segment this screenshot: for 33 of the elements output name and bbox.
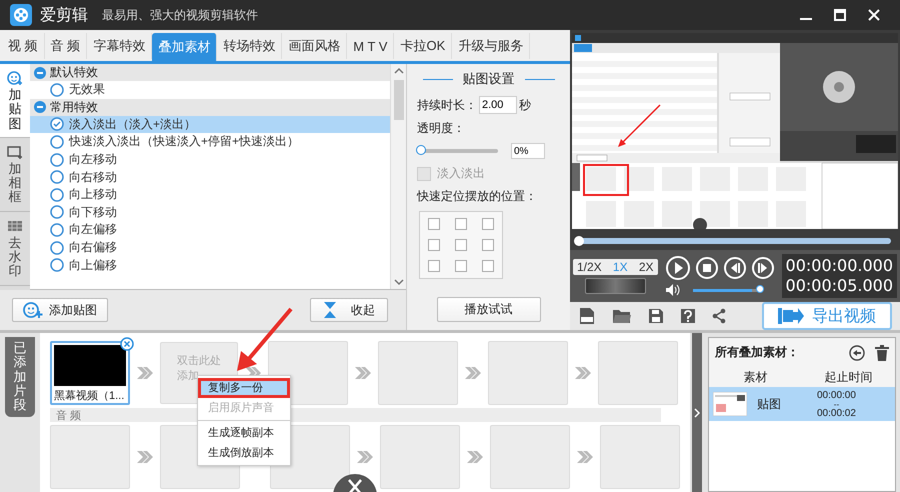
side-tab-label: 加贴图 bbox=[8, 88, 22, 131]
group-label: 默认特效 bbox=[50, 64, 98, 81]
end-time: 00:00:02 bbox=[817, 408, 856, 418]
effect-label: 向上移动 bbox=[69, 186, 117, 204]
settings-title: 贴图设置 bbox=[462, 70, 514, 88]
effect-label: 向左偏移 bbox=[69, 221, 117, 238]
effect-label: 向上偏移 bbox=[69, 256, 117, 274]
slot-hint: 双击此处 bbox=[177, 354, 221, 368]
app-tagline: 最易用、强大的视频剪辑软件 bbox=[102, 6, 258, 24]
overlay-name: 贴图 bbox=[757, 396, 782, 412]
app-name: 爱剪辑 bbox=[40, 6, 88, 26]
duration-unit: 秒 bbox=[519, 96, 531, 114]
group-label: 常用特效 bbox=[50, 98, 98, 116]
overlays-title: 所有叠加素材： bbox=[715, 344, 799, 361]
effect-label: 向右偏移 bbox=[69, 239, 117, 256]
clip-title: 黑幕视频（1... bbox=[53, 389, 126, 403]
audio-label: 音 频 bbox=[56, 408, 82, 422]
opacity-label: 透明度： bbox=[417, 120, 465, 137]
effect-label: 淡入淡出（淡入+淡出） bbox=[69, 116, 196, 133]
total-time: 00:00:05.000 bbox=[786, 276, 893, 296]
time-separator: -- bbox=[834, 400, 840, 408]
duration-label: 持续时长： bbox=[417, 96, 477, 114]
effect-label: 无效果 bbox=[69, 81, 105, 98]
effect-label: 向下移动 bbox=[69, 204, 117, 221]
side-tab-label: 去水印 bbox=[8, 236, 22, 279]
position-label: 快速定位摆放的位置： bbox=[417, 188, 537, 205]
effect-label: 快速淡入淡出（快速淡入+停留+快速淡出） bbox=[69, 133, 300, 150]
current-time: 00:00:00.000 bbox=[786, 256, 893, 276]
start-time: 00:00:00 bbox=[817, 390, 856, 400]
side-tab-label: 加相框 bbox=[8, 162, 22, 205]
fade-label: 淡入淡出 bbox=[437, 165, 485, 182]
effect-label: 向左移动 bbox=[69, 151, 117, 168]
effect-label: 向右移动 bbox=[69, 168, 117, 186]
